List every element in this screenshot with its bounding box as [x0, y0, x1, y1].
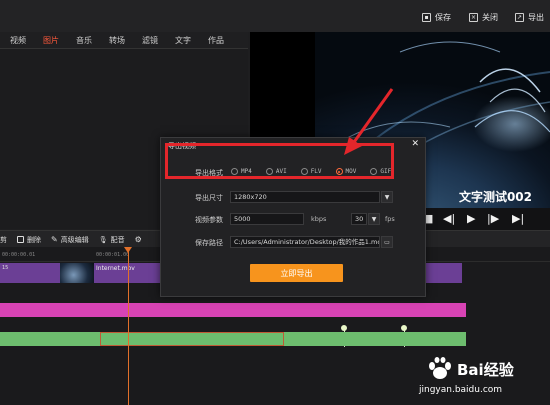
size-label: 导出尺寸	[195, 194, 223, 202]
folder-icon[interactable]: ▭	[381, 236, 393, 248]
top-bar: ▪ 保存 × 关闭 ↗ 导出	[0, 0, 550, 32]
cut-label: 剪	[0, 235, 7, 244]
annotation-arrow	[344, 88, 394, 155]
text-track-clip[interactable]	[0, 332, 466, 346]
save-path-input[interactable]: C:/Users/Administrator/Desktop/我的作品1.mov	[230, 236, 380, 248]
preview-overlay-text: 文字测试002	[458, 190, 532, 204]
save-label: 保存	[435, 12, 451, 22]
prev-frame-icon[interactable]: ◀|	[443, 212, 455, 225]
advanced-edit-button[interactable]: ✎ 高级编辑	[51, 235, 89, 245]
dialog-close-icon[interactable]: ✕	[411, 139, 419, 149]
watermark-brand: Bai经验	[457, 361, 514, 379]
fps-unit: fps	[385, 215, 395, 223]
paw-logo-icon	[429, 357, 451, 379]
path-label: 保存路径	[195, 239, 223, 247]
export-icon: ↗	[515, 12, 524, 22]
chevron-down-icon[interactable]: ▼	[381, 191, 393, 203]
export-now-button[interactable]: 立即导出	[250, 264, 343, 282]
baidu-jingyan-watermark: Bai经验 jingyan.baidu.com	[415, 355, 550, 405]
ruler-tick: 00:00:00.01	[2, 252, 36, 258]
tab-image[interactable]: 图片	[33, 32, 66, 48]
fps-chevron-down-icon[interactable]: ▼	[368, 213, 380, 225]
clip-thumbnail	[60, 263, 94, 283]
params-label: 视频参数	[195, 216, 223, 224]
keyframe-dot[interactable]	[341, 325, 347, 331]
tab-video[interactable]: 视频	[0, 32, 33, 48]
next-frame-icon[interactable]: |▶	[487, 212, 499, 225]
cut-button[interactable]: 剪	[0, 235, 7, 245]
export-top-button[interactable]: ↗ 导出	[515, 10, 544, 24]
settings-button[interactable]: ⚙	[135, 235, 142, 244]
tab-transition[interactable]: 转场	[99, 32, 132, 48]
bitrate-unit: kbps	[311, 215, 327, 223]
media-tabs: 视频 图片 音乐 转场 滤镜 文字 作品	[0, 32, 248, 49]
export-top-label: 导出	[528, 12, 544, 22]
size-select[interactable]: 1280x720	[230, 191, 380, 203]
playhead-handle[interactable]	[124, 247, 132, 253]
pen-icon: ✎	[51, 235, 58, 244]
dub-label: 配音	[110, 235, 125, 244]
play-icon[interactable]: ▶	[467, 212, 475, 225]
fps-input[interactable]: 30	[351, 213, 367, 225]
close-icon: ×	[469, 12, 478, 22]
effect-track-clip[interactable]	[0, 303, 466, 317]
tab-filter[interactable]: 滤镜	[132, 32, 165, 48]
keyframe-dot[interactable]	[401, 325, 407, 331]
close-button[interactable]: × 关闭	[469, 10, 498, 24]
trash-icon	[17, 236, 24, 243]
save-icon: ▪	[422, 12, 431, 22]
skip-end-icon[interactable]: ▶|	[512, 212, 524, 225]
tab-text[interactable]: 文字	[165, 32, 198, 48]
tab-works[interactable]: 作品	[198, 32, 231, 48]
close-label: 关闭	[482, 12, 498, 22]
watermark-url: jingyan.baidu.com	[419, 385, 503, 395]
dub-button[interactable]: 🎙 配音	[99, 235, 125, 245]
playhead[interactable]	[128, 247, 129, 405]
tab-music[interactable]: 音乐	[66, 32, 99, 48]
gear-icon: ⚙	[134, 235, 142, 244]
save-button[interactable]: ▪ 保存	[422, 10, 451, 24]
clip-timestamp: 15	[2, 265, 9, 271]
delete-button[interactable]: 删除	[17, 235, 41, 245]
delete-label: 删除	[27, 235, 41, 244]
advanced-edit-label: 高级编辑	[60, 235, 89, 244]
mic-icon: 🎙	[98, 235, 108, 244]
bitrate-input[interactable]: 5000	[230, 213, 304, 225]
